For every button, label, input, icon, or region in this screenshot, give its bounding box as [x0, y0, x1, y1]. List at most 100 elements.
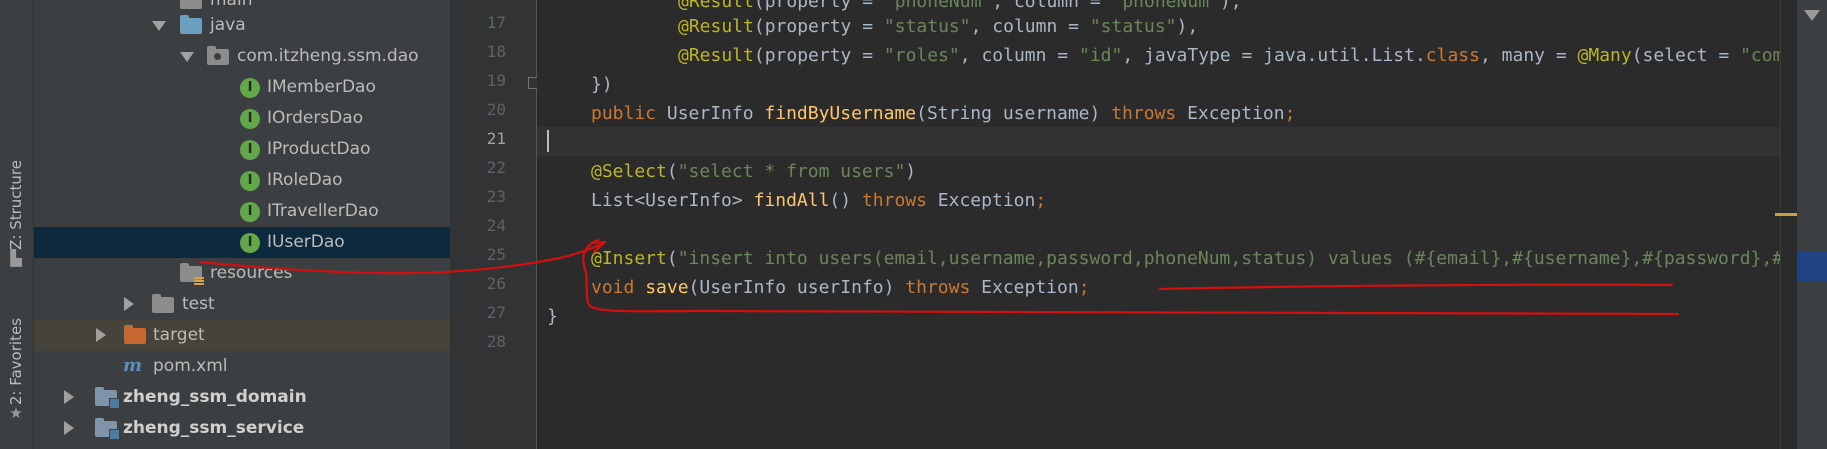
- chevron-down-icon[interactable]: [180, 52, 194, 62]
- code-token: public: [591, 103, 667, 124]
- code-token: throws: [905, 277, 982, 298]
- interface-icon: I: [240, 171, 260, 191]
- tree-item-label: IOrdersDao: [267, 108, 364, 128]
- code-token: , many =: [1479, 45, 1578, 66]
- warning-marker[interactable]: [1775, 213, 1797, 216]
- code-token: (select =: [1631, 45, 1741, 66]
- tree-item-iproductdao[interactable]: I IProductDao: [34, 134, 450, 165]
- structure-tab-label: Z: Structure: [7, 160, 25, 250]
- line-number: 17: [486, 13, 506, 32]
- collapse-arrow-icon[interactable]: [1804, 10, 1820, 21]
- module-icon: [95, 418, 120, 440]
- package-icon: [207, 46, 229, 65]
- line-number: 23: [486, 187, 506, 206]
- interface-icon: I: [240, 140, 260, 160]
- code-token: @Result: [678, 0, 754, 12]
- tree-item-label: target: [153, 325, 205, 345]
- tree-item-target[interactable]: target: [34, 320, 450, 351]
- code-token: , column =: [959, 45, 1079, 66]
- code-token: (): [829, 190, 862, 211]
- code-token: "status": [883, 16, 971, 37]
- tree-item-test[interactable]: test: [34, 289, 450, 320]
- interface-icon: I: [240, 78, 260, 98]
- favorites-tab[interactable]: 2: Favorites ★: [2, 318, 30, 421]
- code-line-23: List<UserInfo> findAll() throws Exceptio…: [591, 186, 1046, 215]
- code-token: }): [591, 74, 613, 95]
- code-token: , column =: [970, 16, 1090, 37]
- line-number: 22: [486, 158, 506, 177]
- line-number: 26: [486, 274, 506, 293]
- code-token: Exception: [981, 277, 1079, 298]
- code-token: findByUsername: [764, 103, 917, 124]
- tree-item-label: com.itzheng.ssm.dao: [237, 46, 419, 66]
- tree-item-imemberdao[interactable]: I IMemberDao: [34, 72, 450, 103]
- code-token: (property =: [753, 0, 884, 12]
- code-token: void: [591, 277, 646, 298]
- code-line-22: @Select("select * from users"): [591, 157, 916, 186]
- tree-item-label: pom.xml: [153, 356, 228, 376]
- code-line-27: }: [547, 302, 558, 331]
- code-token: "phoneNum": [883, 0, 993, 12]
- tree-item-zheng-ssm-service[interactable]: zheng_ssm_service: [34, 413, 450, 444]
- code-editor[interactable]: @Result(property = "phoneNum", column = …: [537, 0, 1780, 449]
- code-line-25: @Insert("insert into users(email,usernam…: [591, 244, 1780, 273]
- tree-item-itravellerdao[interactable]: I ITravellerDao: [34, 196, 450, 227]
- tree-item-label: IRoleDao: [267, 170, 343, 190]
- interface-icon: I: [240, 109, 260, 129]
- code-token: @Select: [591, 161, 667, 182]
- folder-icon: [180, 0, 202, 9]
- chevron-right-icon[interactable]: [124, 297, 134, 311]
- chevron-right-icon[interactable]: [64, 390, 74, 404]
- line-number: 28: [486, 332, 506, 351]
- line-number: 25: [486, 245, 506, 264]
- code-token: ),: [1176, 16, 1199, 37]
- text-caret: [547, 130, 549, 152]
- error-stripe[interactable]: [1780, 0, 1798, 449]
- code-token: UserInfo: [666, 103, 765, 124]
- tree-item-iordersdao[interactable]: I IOrdersDao: [34, 103, 450, 134]
- code-token: "com: [1740, 45, 1780, 66]
- resources-folder-icon: [180, 263, 204, 285]
- module-icon: [95, 387, 120, 409]
- line-number: 20: [486, 100, 506, 119]
- tree-item-iroledao[interactable]: I IRoleDao: [34, 165, 450, 196]
- code-token: "roles": [883, 45, 960, 66]
- code-token: ): [905, 161, 917, 182]
- code-token: (String username): [916, 103, 1112, 124]
- tree-item-label: java: [210, 15, 246, 35]
- tree-item-pom[interactable]: m pom.xml: [34, 351, 450, 382]
- code-token: }: [547, 306, 558, 327]
- chevron-down-icon[interactable]: [152, 21, 166, 31]
- tree-item-iuserdao[interactable]: I IUserDao: [34, 227, 450, 258]
- code-line-19: }): [591, 70, 613, 99]
- code-token: @Insert: [591, 248, 667, 269]
- code-token: "phoneNum": [1111, 0, 1220, 12]
- line-number: 21: [486, 129, 506, 148]
- favorites-tab-label: 2: Favorites: [7, 318, 25, 406]
- tree-item-resources[interactable]: resources: [34, 258, 450, 289]
- code-token: , javaType = java.util.List.: [1122, 45, 1426, 66]
- code-token: (: [666, 161, 678, 182]
- tree-item-label: IMemberDao: [267, 77, 376, 97]
- tree-item-zheng-ssm-domain[interactable]: zheng_ssm_domain: [34, 382, 450, 413]
- tree-item-label: IProductDao: [267, 139, 371, 159]
- tree-item-dao-package[interactable]: com.itzheng.ssm.dao: [34, 41, 450, 72]
- code-token: , column =: [992, 0, 1112, 12]
- code-token: @Many: [1577, 45, 1632, 66]
- structure-icon: ▙: [10, 248, 22, 267]
- structure-tab[interactable]: Z: Structure ▙: [2, 160, 30, 266]
- code-token: "insert into users(email,username,passwo…: [677, 248, 1780, 269]
- tree-item-label: main: [210, 0, 253, 10]
- chevron-right-icon[interactable]: [96, 328, 106, 342]
- code-token: (property =: [753, 16, 884, 37]
- code-token: "id": [1078, 45, 1123, 66]
- code-line-20: public UserInfo findByUsername(String us…: [591, 99, 1295, 128]
- tree-item-java[interactable]: java: [34, 10, 450, 41]
- line-number: 19: [486, 71, 506, 90]
- code-token: "select * from users": [677, 161, 906, 182]
- maven-icon: m: [123, 355, 143, 376]
- code-token: save: [645, 277, 689, 298]
- tree-item-label: resources: [210, 263, 293, 283]
- interface-icon: I: [240, 233, 260, 253]
- chevron-right-icon[interactable]: [64, 421, 74, 435]
